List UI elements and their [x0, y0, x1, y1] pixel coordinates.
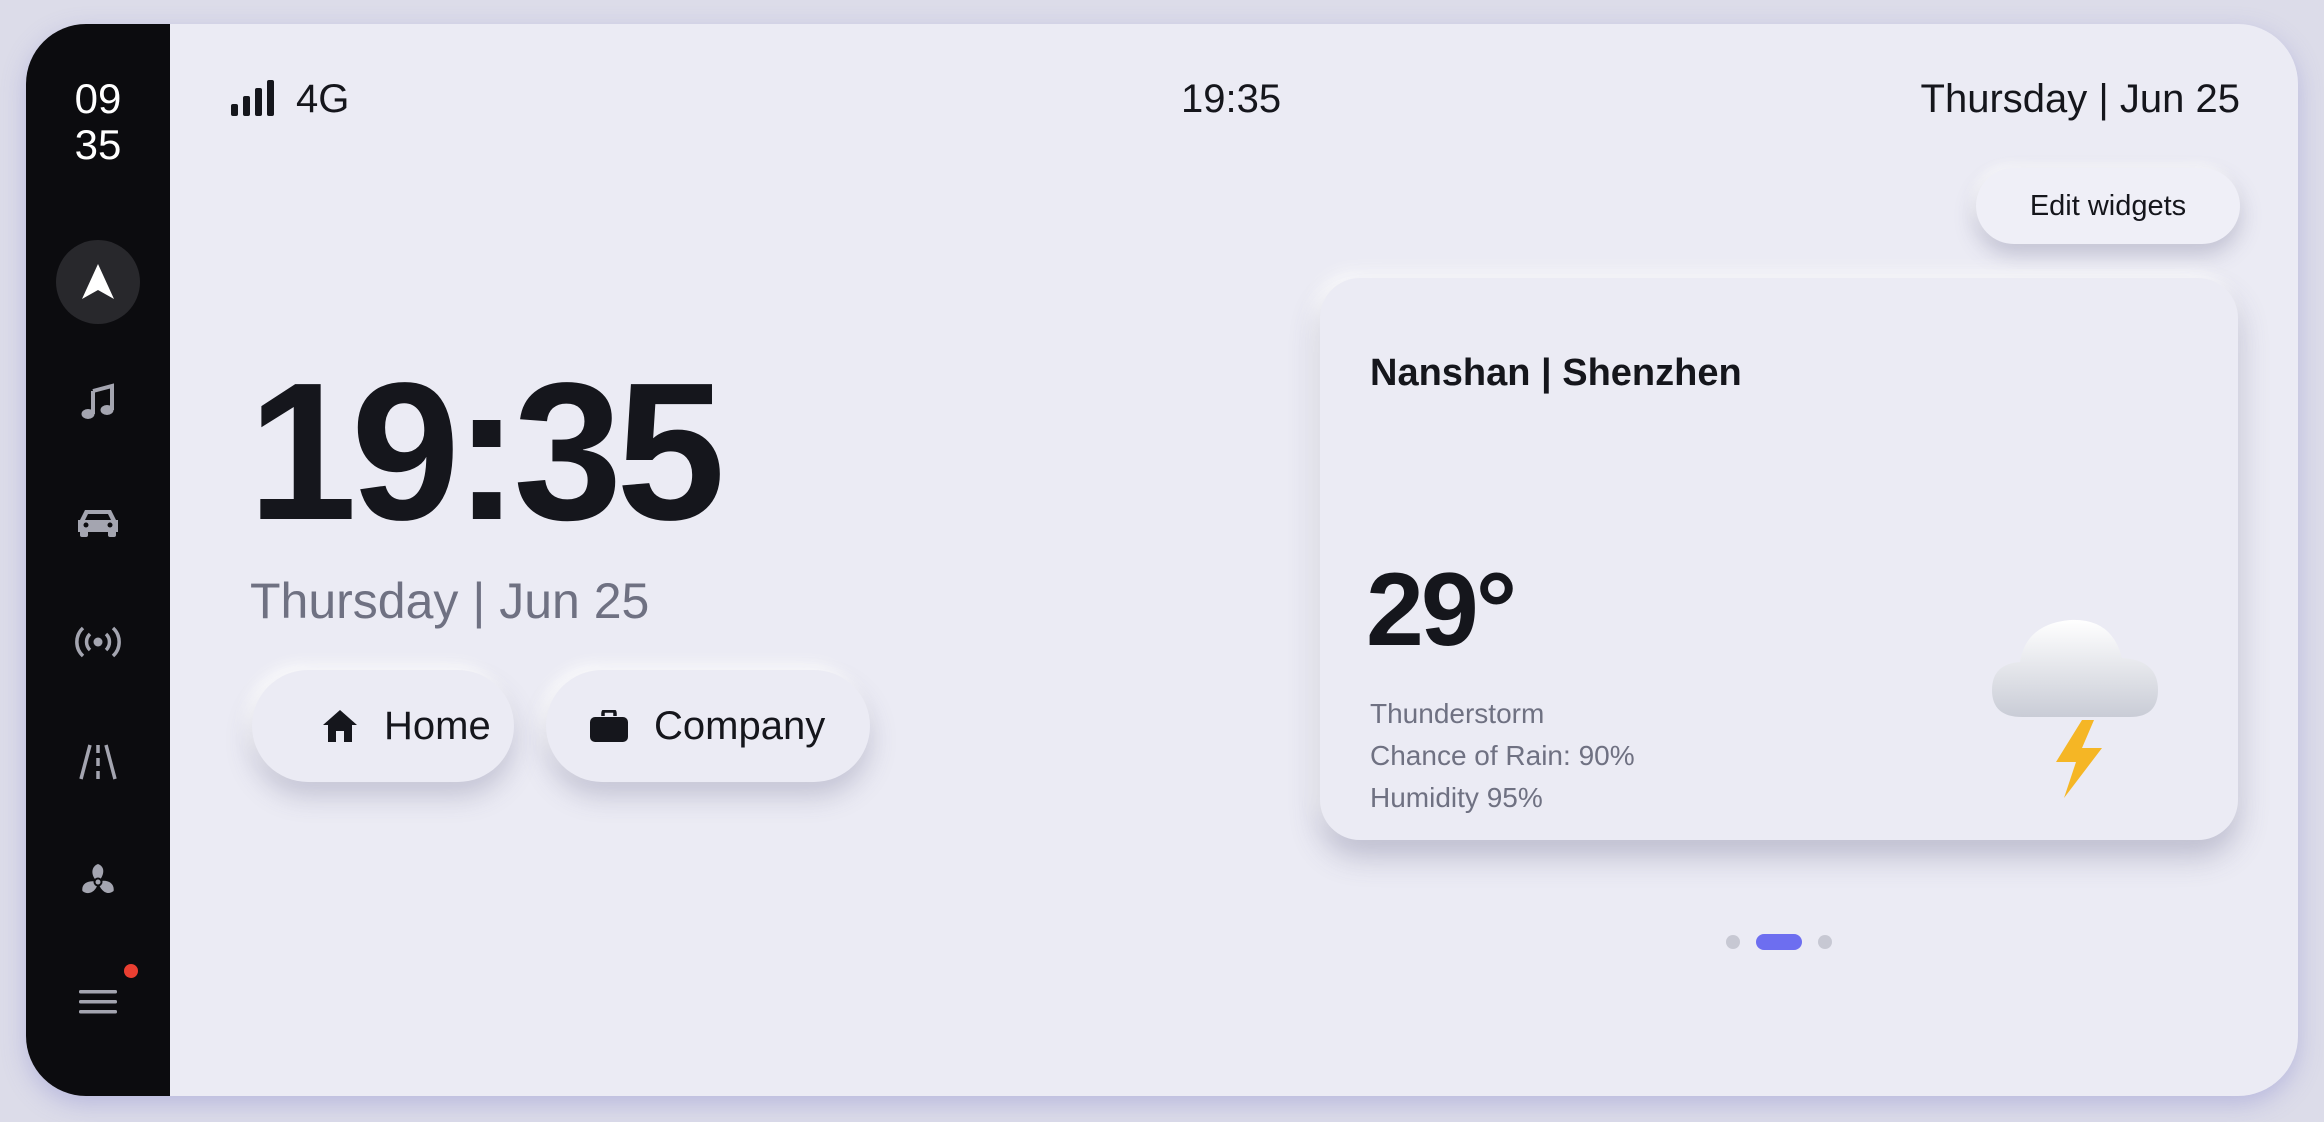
- weather-humidity: Humidity 95%: [1370, 782, 1543, 813]
- home-destination-button[interactable]: Home: [252, 670, 514, 782]
- music-note-icon: [81, 383, 115, 421]
- signal-strength-icon: [231, 80, 275, 121]
- home-destination-label: Home: [384, 703, 491, 748]
- company-destination-button[interactable]: Company: [546, 670, 870, 782]
- home-clock: 19:35: [248, 342, 725, 561]
- fan-icon: [77, 861, 119, 903]
- home-icon: [322, 709, 358, 743]
- weather-condition: Thunderstorm: [1370, 698, 1545, 729]
- navigation-arrow-icon: [81, 263, 115, 301]
- page-indicator: [1726, 934, 1832, 950]
- thunderstorm-icon: [1990, 602, 2170, 807]
- sidebar-item-fan[interactable]: [56, 840, 140, 924]
- page-dot[interactable]: [1818, 935, 1832, 949]
- company-destination-label: Company: [654, 703, 826, 748]
- notification-badge: [124, 964, 138, 978]
- weather-temperature: 29°: [1366, 552, 1517, 668]
- home-date: Thursday | Jun 25: [250, 573, 650, 629]
- sidebar-item-radio[interactable]: [56, 600, 140, 684]
- radio-broadcast-icon: [75, 625, 121, 659]
- sidebar-clock-hours: 09: [74, 75, 122, 122]
- status-date: Thursday | Jun 25: [1920, 77, 2240, 121]
- status-time: 19:35: [1181, 77, 1282, 121]
- sidebar: 09 35: [26, 24, 170, 1096]
- car-icon: [76, 506, 120, 538]
- car-display: 09 35 4G 19:35 Thursday | Jun 25 Edit wi…: [26, 24, 2298, 1096]
- sidebar-item-navigation[interactable]: [56, 240, 140, 324]
- road-lanes-icon: [78, 743, 118, 781]
- sidebar-clock-minutes: 35: [74, 121, 122, 168]
- weather-widget[interactable]: Nanshan | Shenzhen 29° Thunderstorm Chan…: [1320, 278, 2238, 840]
- network-type: 4G: [296, 77, 350, 121]
- edit-widgets-button[interactable]: Edit widgets: [1976, 168, 2240, 244]
- page-dot-active[interactable]: [1756, 934, 1802, 950]
- briefcase-icon: [590, 710, 628, 742]
- page-dot[interactable]: [1726, 935, 1740, 949]
- sidebar-clock: 09 35: [26, 76, 170, 168]
- weather-rain-chance: Chance of Rain: 90%: [1370, 740, 1635, 771]
- weather-location: Nanshan | Shenzhen: [1370, 352, 1742, 394]
- sidebar-item-road[interactable]: [56, 720, 140, 804]
- sidebar-item-car[interactable]: [56, 480, 140, 564]
- sidebar-item-music[interactable]: [56, 360, 140, 444]
- menu-icon: [79, 988, 117, 1016]
